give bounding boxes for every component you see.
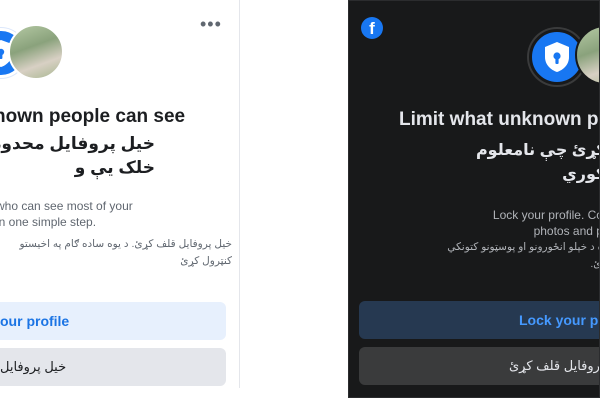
page-title: nown people can see	[0, 106, 186, 127]
page-title: Limit what unknown p	[399, 109, 599, 130]
more-options-icon[interactable]: •••	[200, 14, 222, 35]
subtitle-line-2: in one simple step.	[0, 215, 97, 229]
subtitle: who can see most of your in one simple s…	[0, 198, 133, 230]
subtitle-line-1: Lock your profile. Control who c	[492, 208, 599, 222]
lock-profile-button-label: our profile	[0, 313, 70, 329]
lock-profile-pashto-button[interactable]: خیل پروفایل	[0, 348, 226, 386]
pashto-subtitle: خیل پروفایل قلف کړئ. د یوه ساده ګام په ا…	[19, 238, 232, 267]
lock-profile-button[interactable]: Lock your p	[359, 301, 599, 339]
lock-profile-button-label: Lock your p	[519, 312, 599, 328]
facebook-logo-icon: f	[361, 17, 383, 39]
subtitle: Lock your profile. Control who c photos …	[411, 207, 599, 239]
pashto-title: خیل پروفایل محدود خلک یې و	[0, 134, 155, 177]
profile-avatar	[8, 24, 64, 80]
pashto-subtitle: یستلو سره د خپلو انځورونو او پوسټونو کتو…	[447, 241, 599, 270]
lock-profile-button[interactable]: our profile	[0, 302, 226, 340]
subtitle-line-2: photos and posts in one	[533, 224, 599, 238]
pashto-title: محدود کړئ چې نامعلوم ې و نه ګوري	[475, 142, 599, 183]
subtitle-line-1: who can see most of your	[0, 199, 133, 213]
lock-profile-pashto-button[interactable]: خپل پروفایل قلف کړئ	[359, 347, 600, 385]
lock-profile-pashto-button-label: خیل پروفایل	[0, 359, 67, 374]
light-mode-lock-profile-panel: ••• nown people can see خیل پروفایل محدو…	[0, 0, 240, 388]
lock-profile-pashto-button-label: خپل پروفایل قلف کړئ	[509, 358, 600, 373]
dark-mode-lock-profile-panel: f Limit what unknown p محدود کړئ چې نامع…	[348, 0, 600, 398]
